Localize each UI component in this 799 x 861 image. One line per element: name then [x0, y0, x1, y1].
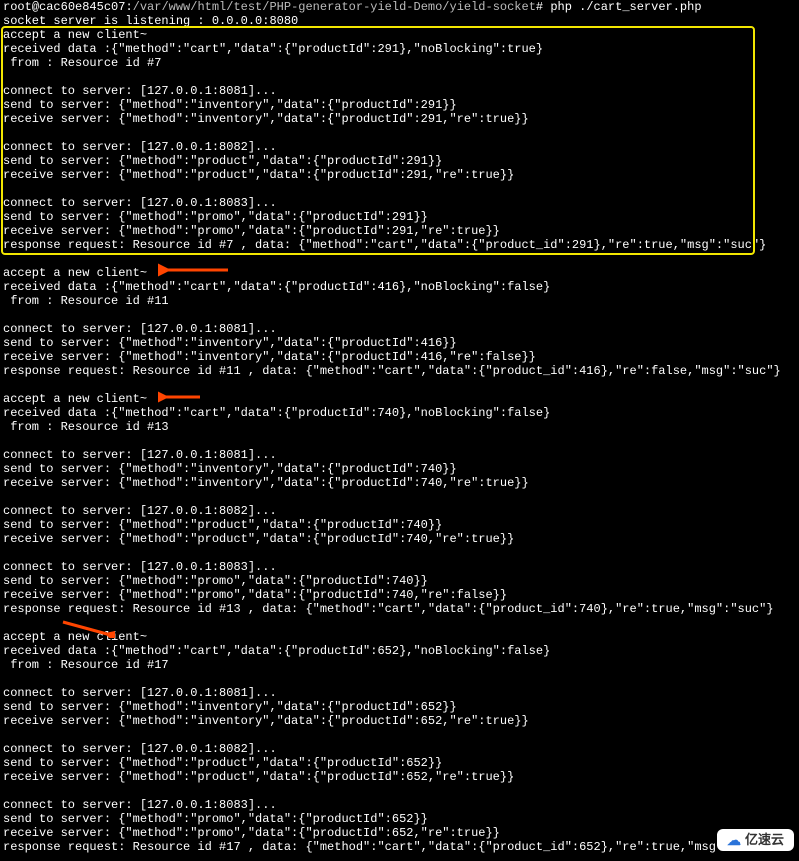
watermark-badge: ☁ 亿速云: [717, 829, 794, 851]
listening-line: socket server is listening : 0.0.0.0:808…: [3, 14, 298, 28]
cloud-icon: ☁: [727, 833, 741, 847]
terminal-output[interactable]: root@cac60e845c07:/var/www/html/test/PHP…: [0, 0, 799, 854]
terminal-block-2: accept a new client~ received data :{"me…: [3, 266, 781, 854]
prompt-line: root@cac60e845c07:/var/www/html/test/PHP…: [3, 0, 702, 14]
terminal-block-1: accept a new client~ received data :{"me…: [3, 28, 766, 252]
watermark-text: 亿速云: [745, 833, 784, 847]
prompt-user: root: [3, 0, 32, 14]
prompt-host: cac60e845c07: [39, 0, 125, 14]
prompt-command: php ./cart_server.php: [550, 0, 701, 14]
prompt-path: /var/www/html/test/PHP-generator-yield-D…: [133, 0, 536, 14]
